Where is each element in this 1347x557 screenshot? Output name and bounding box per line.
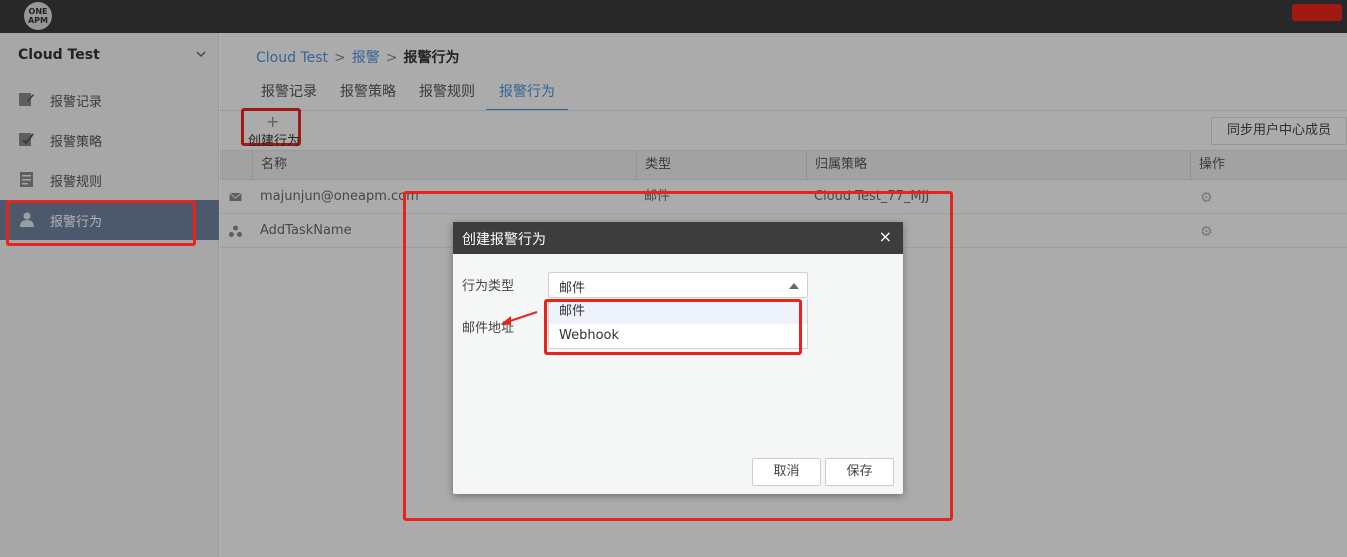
annotation-highlight-dropdown <box>544 299 802 355</box>
create-action-dialog: 创建报警行为 × 行为类型 邮件 邮件地址 邮件 Webhook 取消 保存 <box>453 222 903 494</box>
save-button[interactable]: 保存 <box>825 458 894 486</box>
select-value: 邮件 <box>559 281 586 296</box>
caret-up-icon <box>789 283 799 289</box>
close-icon[interactable]: × <box>879 227 892 247</box>
action-type-label: 行为类型 <box>462 279 515 294</box>
action-type-select[interactable]: 邮件 <box>548 272 808 298</box>
annotation-arrow-icon <box>501 311 538 325</box>
dialog-header: 创建报警行为 × <box>453 222 903 254</box>
dialog-title: 创建报警行为 <box>462 232 546 248</box>
cancel-button[interactable]: 取消 <box>752 458 821 486</box>
annotation-highlight-sidebar <box>6 200 196 246</box>
